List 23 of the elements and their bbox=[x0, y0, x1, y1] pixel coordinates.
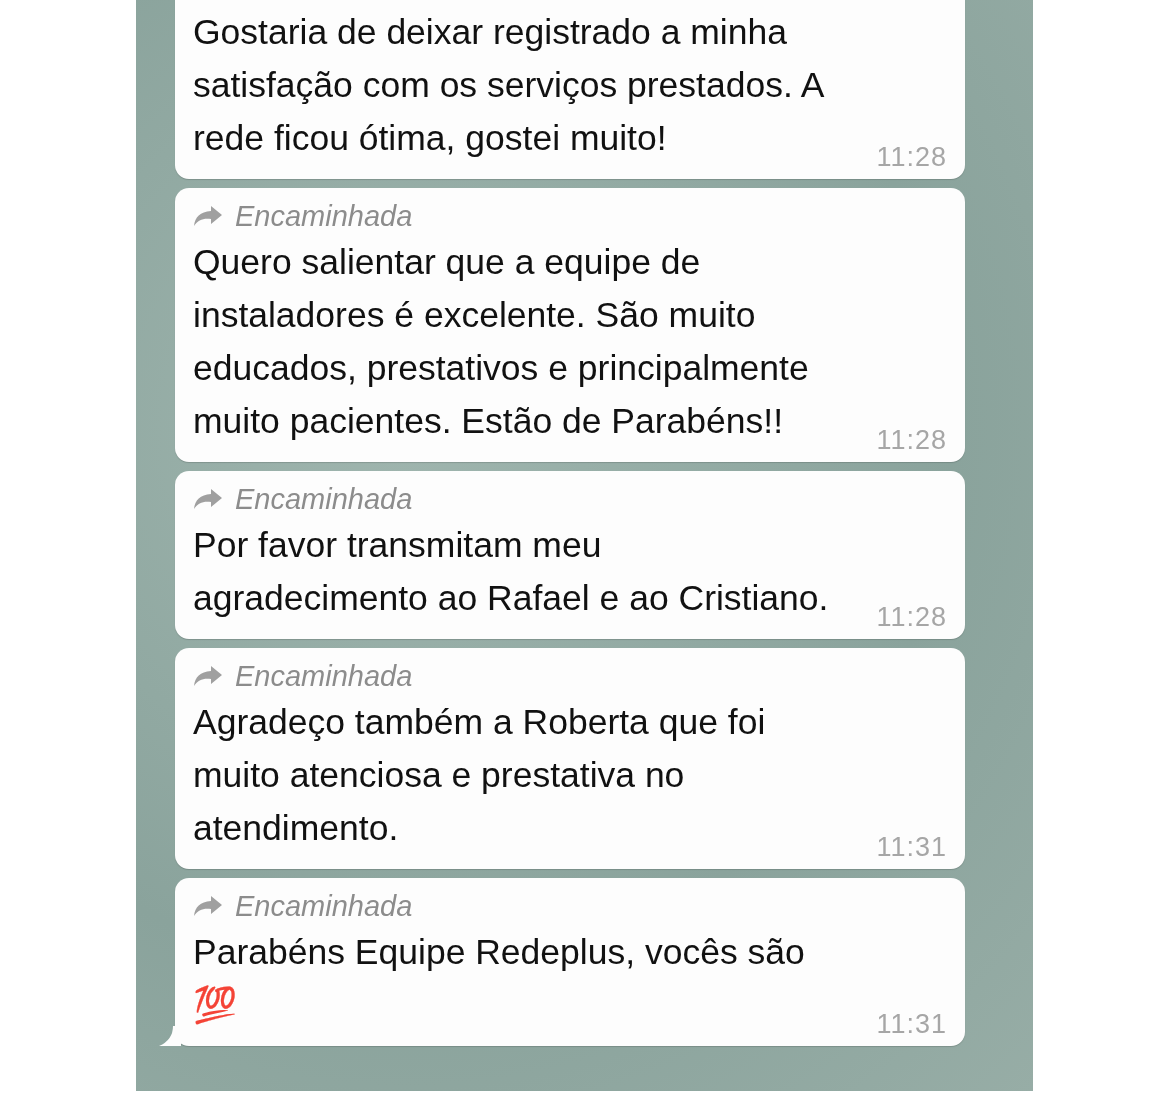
message-text: muito pacientes. Estão de Parabéns!! bbox=[193, 401, 784, 441]
message-time: 11:28 bbox=[876, 425, 947, 456]
forwarded-label: Encaminhada bbox=[235, 199, 413, 233]
message-time: 11:31 bbox=[876, 832, 947, 863]
message-text: Por favor transmitam meu bbox=[193, 524, 603, 567]
forwarded-label: Encaminhada bbox=[235, 482, 413, 516]
message-time: 11:28 bbox=[876, 142, 947, 173]
message-text: satisfação com os serviços prestados. A bbox=[193, 64, 826, 107]
forwarded-label: Encaminhada bbox=[235, 659, 413, 693]
message-text: Gostaria de deixar registrado a minha bbox=[193, 11, 788, 54]
message-text: Parabéns Equipe Redeplus, vocês são bbox=[193, 931, 806, 974]
message-time: 11:31 bbox=[876, 1009, 947, 1040]
forwarded-label: Encaminhada bbox=[235, 889, 413, 923]
message-text: agradecimento ao Rafael e ao Cristiano. bbox=[193, 578, 829, 618]
message-text: rede ficou ótima, gostei muito! bbox=[193, 118, 667, 158]
message-text: atendimento. bbox=[193, 808, 399, 848]
message-text: Quero salientar que a equipe de bbox=[193, 241, 702, 284]
message-text: Agradeço também a Roberta que foi bbox=[193, 701, 767, 744]
message-emoji: 💯 bbox=[193, 985, 238, 1025]
message-time: 11:28 bbox=[876, 602, 947, 633]
message-text: educados, prestativos e principalmente bbox=[193, 347, 810, 390]
message-text: instaladores é excelente. São muito bbox=[193, 294, 757, 337]
message-text: muito atenciosa e prestativa no bbox=[193, 754, 686, 797]
